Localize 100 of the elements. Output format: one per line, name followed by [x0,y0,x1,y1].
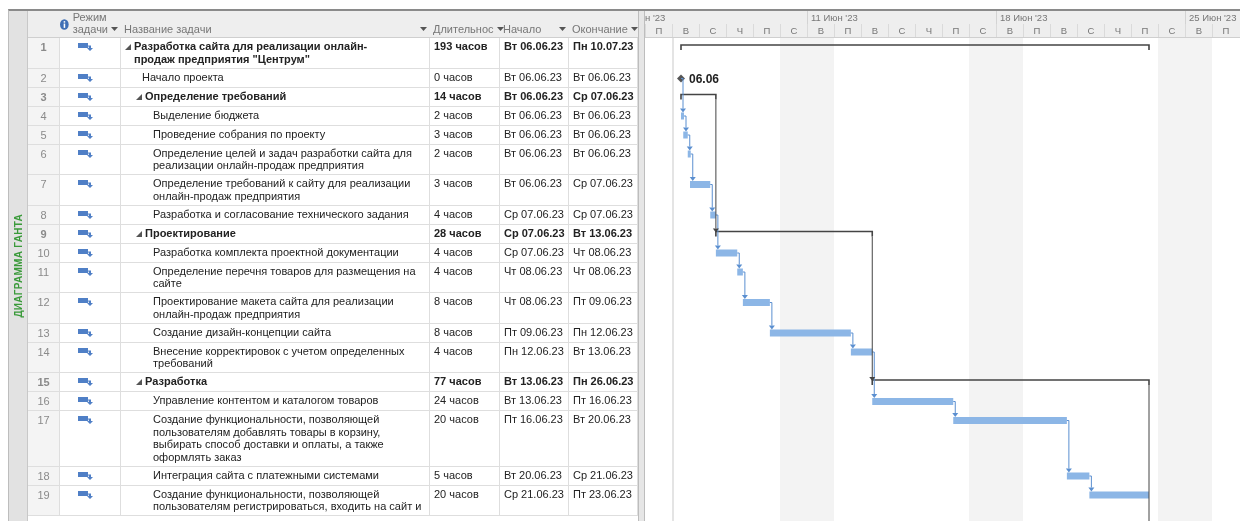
finish-date: Ср 07.06.23 [573,89,634,102]
duration-value: 5 часов [434,468,473,481]
task-bar [687,150,691,158]
dependency-arrow [952,401,959,417]
row-number: 6 [40,147,47,160]
task-bar [710,211,716,219]
auto-schedule-icon [78,377,93,386]
auto-schedule-icon [78,91,93,101]
auto-schedule-icon [78,489,93,499]
start-date: Вт 13.06.23 [504,394,562,406]
task-bar [715,249,738,257]
duration-value: 20 часов [434,487,479,500]
task-bar [1089,491,1149,499]
task-name: Создание функциональности, позволяющей пользователям добавлять товары в корзину, выбирать способ доставки и оплаты, а также оформлять заказ [153,413,385,463]
task-bar [742,299,770,306]
task-bar [683,131,688,139]
auto-schedule-icon [78,148,93,158]
day-label: П [942,24,969,37]
finish-date: Пт 23.06.23 [573,487,632,500]
week-label: 18 Июн '23 [996,11,1185,24]
task-name: Создание функциональности, позволяющей пользователям регистрироваться, входить на сайт и [153,487,423,513]
duration-value: 77 часов [434,375,482,387]
task-bar [737,268,743,276]
duration-value: 3 часов [434,127,473,140]
duration-value: 4 часов [434,264,473,277]
week-label: 11 Июн '23 [807,11,996,24]
duration-value: 8 часов [434,295,473,307]
auto-schedule-icon [78,266,93,276]
dependency-arrow [1065,420,1072,473]
row-number: 12 [37,296,50,308]
day-label: С [1158,24,1185,37]
row-number: 17 [37,414,50,426]
task-name: Проектирование макета сайта для реализации онлайн-продаж предприятия [153,295,395,320]
dropdown-caret-icon[interactable] [630,27,638,31]
dependency-arrow [683,115,689,132]
task-name: Выделение бюджета [153,108,260,121]
auto-schedule-icon [78,470,93,480]
milestone-date: 06.06 [689,71,720,86]
task-name: Разработка комплекта проектной документации [153,245,399,258]
task-bar [1066,472,1090,480]
finish-date: Вт 06.06.23 [573,70,631,83]
duration-value: 0 часов [434,70,473,83]
finish-date: Чт 08.06.23 [573,264,632,277]
finish-date: Пт 16.06.23 [573,394,632,406]
task-name: Определение требований [145,89,287,102]
day-label: П [645,24,672,37]
dropdown-caret-icon[interactable] [559,27,566,31]
day-label: С [699,24,726,37]
dropdown-caret-icon[interactable] [496,27,504,31]
duration-value: 2 часов [434,108,473,121]
finish-date: Вт 13.06.23 [573,226,633,239]
start-date: Пт 09.06.23 [504,325,563,338]
row-number: 5 [40,128,47,141]
view-label: ДИАГРАММА ГАНТА [12,214,24,318]
row-number: 13 [37,326,50,339]
day-label: П [1131,24,1158,37]
row-number: 3 [40,90,47,103]
dependency-arrow [768,302,775,330]
column-header: Режим задачи [72,11,108,35]
dependency-arrow [741,271,748,299]
row-number: 7 [40,178,47,190]
finish-date: Чт 08.06.23 [573,245,632,258]
task-name: Проведение собрания по проекту [153,127,326,140]
week-label: н '23 [645,11,667,24]
duration-value: 4 часов [434,245,473,258]
auto-schedule-icon [78,209,93,219]
row-number: 19 [37,488,50,501]
collapse-triangle-icon[interactable] [136,379,142,385]
task-name: Создание дизайн-концепции сайта [153,325,332,338]
duration-value: 24 часов [434,394,479,406]
day-label: С [780,24,807,37]
dropdown-caret-icon[interactable] [420,27,427,31]
duration-value: 14 часов [434,89,482,102]
finish-date: Вт 06.06.23 [573,127,631,140]
task-name: Управление контентом и каталогом товаров [153,394,379,407]
finish-date: Ср 07.06.23 [573,207,633,220]
column-header: Окончание [572,23,628,35]
dependency-arrow [689,153,696,181]
finish-date: Пн 26.06.23 [573,375,634,387]
finish-date: Вт 20.06.23 [573,413,631,425]
auto-schedule-icon [78,129,93,139]
dependency-arrow [686,134,693,151]
collapse-triangle-icon[interactable] [125,44,131,50]
collapse-triangle-icon[interactable] [136,93,142,100]
start-date: Чт 08.06.23 [504,295,563,307]
auto-schedule-icon [78,346,93,356]
task-name: Внесение корректировок с учетом определенных требований [153,344,406,370]
start-date: Вт 06.06.23 [504,177,562,189]
duration-value: 8 часов [434,325,473,338]
start-date: Вт 06.06.23 [504,146,562,159]
start-date: Вт 06.06.23 [504,89,564,102]
day-label: В [1185,24,1212,37]
finish-date: Вт 06.06.23 [573,108,631,121]
day-label: С [969,24,996,37]
dropdown-caret-icon[interactable] [111,27,118,31]
row-number: 1 [40,41,47,53]
collapse-triangle-icon[interactable] [136,230,142,237]
auto-schedule-icon [78,415,93,424]
duration-value: 4 часов [434,344,473,357]
row-number: 11 [37,265,50,278]
